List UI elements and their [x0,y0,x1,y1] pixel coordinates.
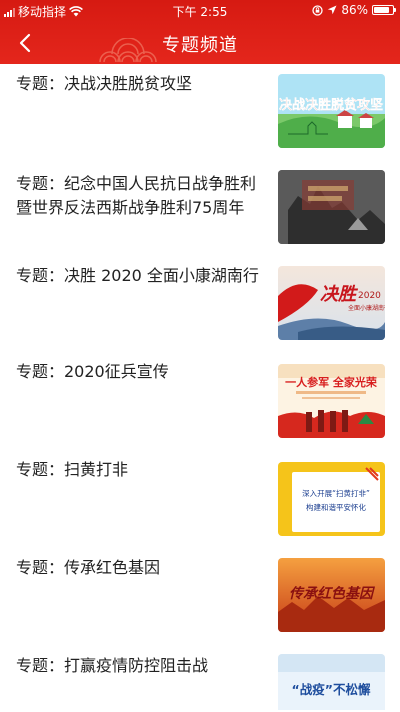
app-header: 移动指择 下午 2:55 86% 专题频道 [0,0,400,64]
topic-item[interactable]: 专题：扫黄打非 深入开展“扫黄打非” 构建和谐平安怀化 [0,456,400,540]
topic-item[interactable]: 专题：打赢疫情防控阻击战 “战疫”不松懈 [0,652,400,712]
topic-item[interactable]: 专题：传承红色基因 传承红色基因 [0,554,400,638]
topic-thumbnail: 深入开展“扫黄打非” 构建和谐平安怀化 [278,462,385,536]
topic-thumbnail: 决战决胜脱贫攻坚 [278,74,385,148]
topic-title: 专题：传承红色基因 [16,558,161,577]
topic-title: 专题：纪念中国人民抗日战争胜利暨世界反法西斯战争胜利75周年 [16,174,257,217]
battery-icon [372,5,396,15]
topic-thumbnail: 一人参军 全家光荣 [278,364,385,438]
status-bar: 移动指择 下午 2:55 86% [0,0,400,22]
topic-title: 专题：决胜 2020 全面小康湖南行 [16,266,259,285]
topic-item[interactable]: 专题：决战决胜脱贫攻坚 决战决胜脱贫攻坚 [0,70,400,154]
thumb-caption-line2: 构建和谐平安怀化 [306,502,366,512]
topic-thumbnail: “战疫”不松懈 [278,654,385,710]
thumb-caption-year: 2020 [358,291,381,301]
thumb-caption-main: 决胜 [320,284,359,305]
topic-thumbnail: 传承红色基因 [278,558,385,632]
topic-thumbnail: 决胜 2020 全面小康湖南行 [278,266,385,340]
topic-item[interactable]: 专题：决胜 2020 全面小康湖南行 决胜 2020 全面小康湖南行 [0,262,400,346]
topic-item[interactable]: 专题：纪念中国人民抗日战争胜利暨世界反法西斯战争胜利75周年 [0,170,400,254]
page-title: 专题频道 [162,35,238,56]
thumb-caption-line1: 深入开展“扫黄打非” [302,488,370,498]
topic-thumbnail [278,170,385,244]
thumb-caption-sub: 全面小康湖南行 [348,304,385,312]
topic-item[interactable]: 专题：2020征兵宣传 一人参军 全家光荣 [0,358,400,442]
location-arrow-icon [328,5,337,15]
thumb-caption: 一人参军 全家光荣 [285,375,378,389]
battery-percent: 86% [341,3,368,17]
thumb-caption: 传承红色基因 [289,585,376,602]
thumb-caption: “战疫”不松懈 [292,682,371,697]
topic-title: 专题：决战决胜脱贫攻坚 [16,74,193,93]
thumb-caption: 决战决胜脱贫攻坚 [279,97,383,113]
topic-title: 专题：扫黄打非 [16,460,129,479]
status-right: 86% [312,3,396,17]
topic-title: 专题：2020征兵宣传 [16,362,169,381]
nav-bar: 专题频道 [0,22,400,64]
lock-rotation-icon [312,4,323,16]
battery-fill [374,7,390,13]
topic-title: 专题：打赢疫情防控阻击战 [16,656,209,675]
